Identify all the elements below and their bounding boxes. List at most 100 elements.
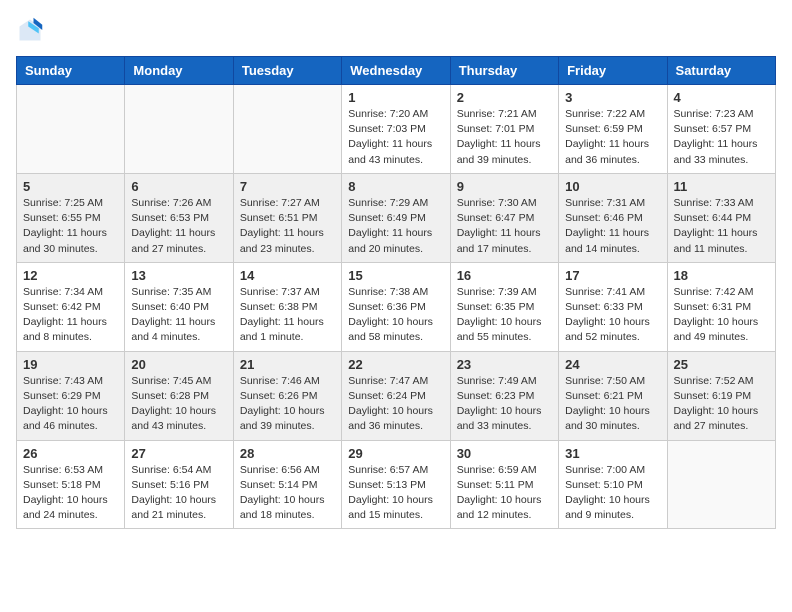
calendar-cell: 26 Sunrise: 6:53 AM Sunset: 5:18 PM Dayli… (17, 440, 125, 529)
day-info: Sunrise: 7:26 AM Sunset: 6:53 PM Dayligh… (131, 196, 226, 257)
day-info: Sunrise: 7:34 AM Sunset: 6:42 PM Dayligh… (23, 285, 118, 346)
calendar-week-row: 5 Sunrise: 7:25 AM Sunset: 6:55 PM Daylig… (17, 173, 776, 262)
day-number: 23 (457, 357, 552, 372)
calendar-table: SundayMondayTuesdayWednesdayThursdayFrid… (16, 56, 776, 529)
day-number: 8 (348, 179, 443, 194)
weekday-header-row: SundayMondayTuesdayWednesdayThursdayFrid… (17, 57, 776, 85)
day-info: Sunrise: 7:49 AM Sunset: 6:23 PM Dayligh… (457, 374, 552, 435)
calendar-cell: 14 Sunrise: 7:37 AM Sunset: 6:38 PM Dayli… (233, 262, 341, 351)
day-number: 19 (23, 357, 118, 372)
calendar-cell: 9 Sunrise: 7:30 AM Sunset: 6:47 PM Daylig… (450, 173, 558, 262)
calendar-cell: 28 Sunrise: 6:56 AM Sunset: 5:14 PM Dayli… (233, 440, 341, 529)
day-info: Sunrise: 7:23 AM Sunset: 6:57 PM Dayligh… (674, 107, 769, 168)
day-number: 11 (674, 179, 769, 194)
calendar-cell: 19 Sunrise: 7:43 AM Sunset: 6:29 PM Dayli… (17, 351, 125, 440)
calendar-cell: 23 Sunrise: 7:49 AM Sunset: 6:23 PM Dayli… (450, 351, 558, 440)
weekday-header-thursday: Thursday (450, 57, 558, 85)
day-info: Sunrise: 7:45 AM Sunset: 6:28 PM Dayligh… (131, 374, 226, 435)
day-info: Sunrise: 7:43 AM Sunset: 6:29 PM Dayligh… (23, 374, 118, 435)
calendar-cell (125, 85, 233, 174)
day-info: Sunrise: 7:41 AM Sunset: 6:33 PM Dayligh… (565, 285, 660, 346)
day-number: 22 (348, 357, 443, 372)
day-info: Sunrise: 6:56 AM Sunset: 5:14 PM Dayligh… (240, 463, 335, 524)
day-info: Sunrise: 7:29 AM Sunset: 6:49 PM Dayligh… (348, 196, 443, 257)
day-info: Sunrise: 7:39 AM Sunset: 6:35 PM Dayligh… (457, 285, 552, 346)
calendar-cell: 12Sunrise: 7:34 AM Sunset: 6:42 PM Dayli… (17, 262, 125, 351)
calendar-cell: 6 Sunrise: 7:26 AM Sunset: 6:53 PM Daylig… (125, 173, 233, 262)
day-number: 3 (565, 90, 660, 105)
day-number: 30 (457, 446, 552, 461)
weekday-header-tuesday: Tuesday (233, 57, 341, 85)
day-info: Sunrise: 7:37 AM Sunset: 6:38 PM Dayligh… (240, 285, 335, 346)
calendar-cell: 24 Sunrise: 7:50 AM Sunset: 6:21 PM Dayli… (559, 351, 667, 440)
day-number: 13 (131, 268, 226, 283)
day-number: 5 (23, 179, 118, 194)
day-number: 6 (131, 179, 226, 194)
calendar-cell: 22 Sunrise: 7:47 AM Sunset: 6:24 PM Dayli… (342, 351, 450, 440)
day-info: Sunrise: 7:52 AM Sunset: 6:19 PM Dayligh… (674, 374, 769, 435)
calendar-cell: 25 Sunrise: 7:52 AM Sunset: 6:19 PM Dayli… (667, 351, 775, 440)
day-number: 2 (457, 90, 552, 105)
calendar-cell: 16Sunrise: 7:39 AM Sunset: 6:35 PM Dayli… (450, 262, 558, 351)
calendar-cell: 29 Sunrise: 6:57 AM Sunset: 5:13 PM Dayli… (342, 440, 450, 529)
day-number: 14 (240, 268, 335, 283)
day-info: Sunrise: 7:31 AM Sunset: 6:46 PM Dayligh… (565, 196, 660, 257)
calendar-cell: 10 Sunrise: 7:31 AM Sunset: 6:46 PM Dayli… (559, 173, 667, 262)
day-number: 17 (565, 268, 660, 283)
day-info: Sunrise: 7:33 AM Sunset: 6:44 PM Dayligh… (674, 196, 769, 257)
day-info: Sunrise: 7:46 AM Sunset: 6:26 PM Dayligh… (240, 374, 335, 435)
day-number: 18 (674, 268, 769, 283)
day-number: 27 (131, 446, 226, 461)
day-number: 7 (240, 179, 335, 194)
page-header (16, 16, 776, 44)
day-info: Sunrise: 7:42 AM Sunset: 6:31 PM Dayligh… (674, 285, 769, 346)
day-number: 25 (674, 357, 769, 372)
calendar-week-row: 26 Sunrise: 6:53 AM Sunset: 5:18 PM Dayli… (17, 440, 776, 529)
day-number: 24 (565, 357, 660, 372)
day-info: Sunrise: 6:53 AM Sunset: 5:18 PM Dayligh… (23, 463, 118, 524)
calendar-cell: 3 Sunrise: 7:22 AM Sunset: 6:59 PM Daylig… (559, 85, 667, 174)
day-number: 9 (457, 179, 552, 194)
calendar-cell: 20 Sunrise: 7:45 AM Sunset: 6:28 PM Dayli… (125, 351, 233, 440)
calendar-cell: 5 Sunrise: 7:25 AM Sunset: 6:55 PM Daylig… (17, 173, 125, 262)
calendar-week-row: 19 Sunrise: 7:43 AM Sunset: 6:29 PM Dayli… (17, 351, 776, 440)
calendar-cell: 18 Sunrise: 7:42 AM Sunset: 6:31 PM Dayli… (667, 262, 775, 351)
calendar-cell: 2 Sunrise: 7:21 AM Sunset: 7:01 PM Daylig… (450, 85, 558, 174)
day-info: Sunrise: 7:30 AM Sunset: 6:47 PM Dayligh… (457, 196, 552, 257)
day-info: Sunrise: 7:21 AM Sunset: 7:01 PM Dayligh… (457, 107, 552, 168)
calendar-week-row: 12Sunrise: 7:34 AM Sunset: 6:42 PM Dayli… (17, 262, 776, 351)
day-number: 26 (23, 446, 118, 461)
calendar-cell: 8 Sunrise: 7:29 AM Sunset: 6:49 PM Daylig… (342, 173, 450, 262)
day-info: Sunrise: 6:59 AM Sunset: 5:11 PM Dayligh… (457, 463, 552, 524)
calendar-cell: 30 Sunrise: 6:59 AM Sunset: 5:11 PM Dayli… (450, 440, 558, 529)
day-info: Sunrise: 7:47 AM Sunset: 6:24 PM Dayligh… (348, 374, 443, 435)
calendar-cell: 4 Sunrise: 7:23 AM Sunset: 6:57 PM Daylig… (667, 85, 775, 174)
calendar-cell (233, 85, 341, 174)
day-info: Sunrise: 7:22 AM Sunset: 6:59 PM Dayligh… (565, 107, 660, 168)
day-info: Sunrise: 6:54 AM Sunset: 5:16 PM Dayligh… (131, 463, 226, 524)
day-info: Sunrise: 7:27 AM Sunset: 6:51 PM Dayligh… (240, 196, 335, 257)
logo-icon (16, 16, 44, 44)
day-number: 20 (131, 357, 226, 372)
calendar-week-row: 1Sunrise: 7:20 AM Sunset: 7:03 PM Daylig… (17, 85, 776, 174)
weekday-header-wednesday: Wednesday (342, 57, 450, 85)
calendar-cell: 1Sunrise: 7:20 AM Sunset: 7:03 PM Daylig… (342, 85, 450, 174)
day-info: Sunrise: 7:00 AM Sunset: 5:10 PM Dayligh… (565, 463, 660, 524)
calendar-cell: 31Sunrise: 7:00 AM Sunset: 5:10 PM Dayli… (559, 440, 667, 529)
day-info: Sunrise: 7:50 AM Sunset: 6:21 PM Dayligh… (565, 374, 660, 435)
day-number: 10 (565, 179, 660, 194)
day-info: Sunrise: 7:25 AM Sunset: 6:55 PM Dayligh… (23, 196, 118, 257)
day-number: 28 (240, 446, 335, 461)
day-number: 4 (674, 90, 769, 105)
calendar-cell: 21Sunrise: 7:46 AM Sunset: 6:26 PM Dayli… (233, 351, 341, 440)
calendar-cell (17, 85, 125, 174)
day-number: 29 (348, 446, 443, 461)
logo (16, 16, 48, 44)
calendar-cell: 15Sunrise: 7:38 AM Sunset: 6:36 PM Dayli… (342, 262, 450, 351)
calendar-cell: 11 Sunrise: 7:33 AM Sunset: 6:44 PM Dayli… (667, 173, 775, 262)
day-info: Sunrise: 6:57 AM Sunset: 5:13 PM Dayligh… (348, 463, 443, 524)
calendar-cell: 17 Sunrise: 7:41 AM Sunset: 6:33 PM Dayli… (559, 262, 667, 351)
weekday-header-saturday: Saturday (667, 57, 775, 85)
day-number: 1 (348, 90, 443, 105)
calendar-cell (667, 440, 775, 529)
